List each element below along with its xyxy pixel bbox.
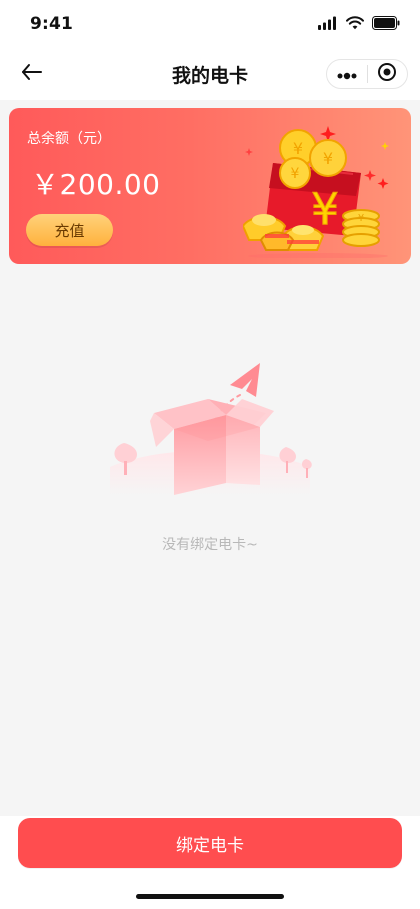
more-button[interactable] [327,59,367,89]
red-envelope-illustration: ¥ ¥ ¥ ¥ ¥ [241,118,393,259]
status-bar: 9:41 [0,0,420,48]
svg-text:¥: ¥ [323,149,333,168]
bind-card-button[interactable]: 绑定电卡 [18,818,402,868]
close-button[interactable] [367,59,407,89]
balance-amount: ￥200.00 [31,168,161,201]
status-time: 9:41 [30,14,74,34]
target-close-icon [377,62,397,86]
svg-text:¥: ¥ [293,139,303,158]
recharge-button[interactable]: 充值 [26,214,113,246]
more-dots-icon [336,65,358,84]
svg-text:¥: ¥ [358,213,364,224]
wifi-icon [346,16,364,30]
mini-program-capsule [326,59,408,89]
status-icons [318,16,400,30]
home-indicator [136,894,284,899]
empty-state-message: 没有绑定电卡~ [162,537,258,553]
signal-icon [318,16,338,30]
empty-box-illustration [100,355,320,505]
svg-text:¥: ¥ [311,184,339,235]
svg-text:¥: ¥ [291,166,300,182]
battery-icon [372,16,400,30]
balance-label: 总余额（元） [27,131,111,147]
balance-card: 总余额（元） ￥200.00 充值 ¥ ¥ ¥ ¥ ¥ [9,108,411,264]
navigation-bar: 我的电卡 [0,48,420,100]
